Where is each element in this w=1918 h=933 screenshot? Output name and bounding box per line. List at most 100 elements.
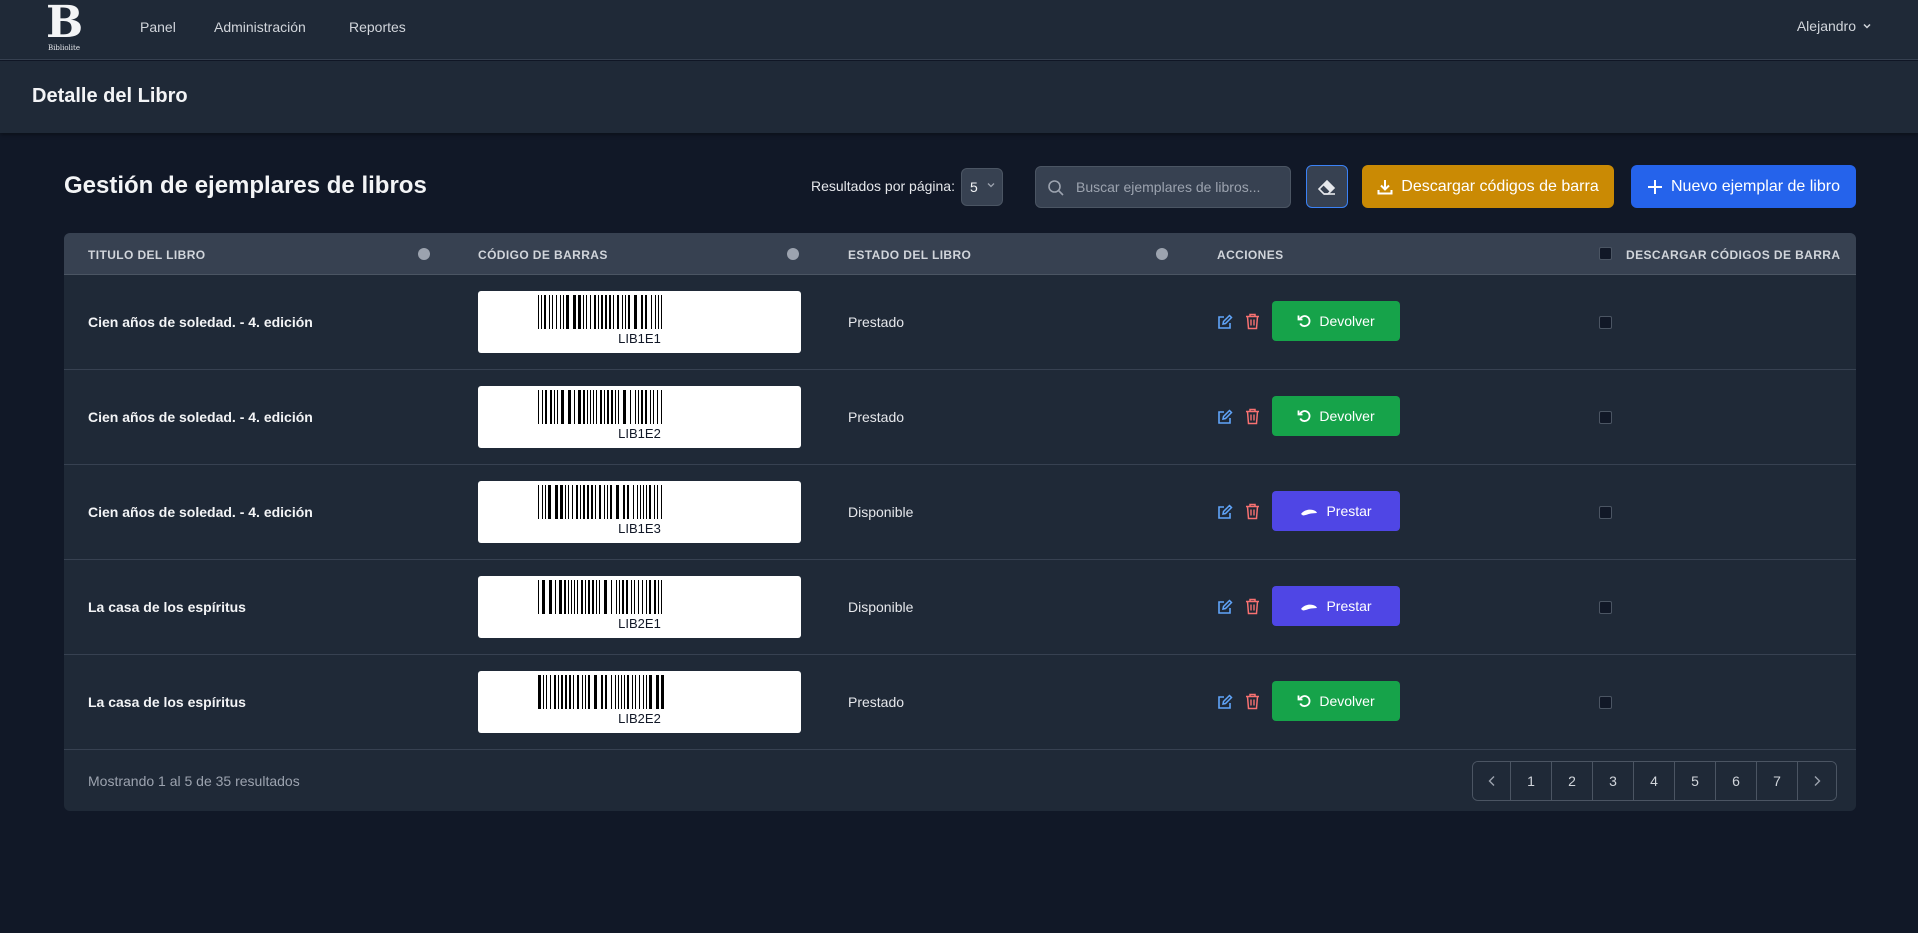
barcode: LIB2E2 <box>478 671 801 733</box>
edit-button[interactable] <box>1217 694 1233 715</box>
new-copy-button[interactable]: Nuevo ejemplar de libro <box>1631 165 1856 208</box>
table-row: La casa de los espíritus LIB2E2 Prestado De… <box>64 655 1856 750</box>
barcode-image <box>538 580 662 614</box>
return-button[interactable]: Devolver <box>1272 301 1400 341</box>
row-download-checkbox[interactable] <box>1599 696 1612 709</box>
header-actions: ACCIONES <box>1217 248 1284 262</box>
sort-barcode-icon[interactable] <box>787 248 799 260</box>
nav-link-panel[interactable]: Panel <box>140 19 176 35</box>
select-all-checkbox[interactable] <box>1599 247 1612 260</box>
clear-search-button[interactable] <box>1306 165 1348 208</box>
edit-icon <box>1218 694 1233 709</box>
table-row: Cien años de soledad. - 4. edición LIB1E1… <box>64 275 1856 370</box>
undo-icon <box>1297 695 1311 707</box>
return-button[interactable]: Devolver <box>1272 681 1400 721</box>
action-label: Prestar <box>1326 503 1372 519</box>
edit-icon <box>1218 314 1233 329</box>
search-input[interactable] <box>1076 167 1286 207</box>
book-title: La casa de los espíritus <box>88 599 246 615</box>
per-page-label: Resultados por página: <box>811 178 955 194</box>
pagination-page[interactable]: 3 <box>1593 762 1634 800</box>
pagination-page[interactable]: 1 <box>1511 762 1552 800</box>
return-button[interactable]: Devolver <box>1272 396 1400 436</box>
pagination-page[interactable]: 6 <box>1716 762 1757 800</box>
app-logo[interactable]: B Bibliolite <box>46 0 84 54</box>
delete-button[interactable] <box>1245 503 1260 525</box>
eraser-icon <box>1317 179 1336 195</box>
search-box <box>1035 166 1291 208</box>
edit-icon <box>1218 504 1233 519</box>
header-title: TITULO DEL LIBRO <box>88 248 206 262</box>
results-summary: Mostrando 1 al 5 de 35 resultados <box>88 773 300 789</box>
barcode-image <box>538 390 662 424</box>
delete-button[interactable] <box>1245 313 1260 335</box>
pagination: 1234567 <box>1472 761 1837 801</box>
delete-button[interactable] <box>1245 693 1260 715</box>
chevron-down-icon <box>987 183 995 188</box>
logo-text: Bibliolite <box>48 44 80 52</box>
barcode: LIB1E2 <box>478 386 801 448</box>
book-title: Cien años de soledad. - 4. edición <box>88 504 313 520</box>
book-status: Prestado <box>848 314 905 330</box>
pagination-page[interactable]: 5 <box>1675 762 1716 800</box>
user-menu[interactable]: Alejandro <box>1797 18 1872 34</box>
barcode-text: LIB1E2 <box>618 426 661 441</box>
barcode-text: LIB1E1 <box>618 331 661 346</box>
pagination-page[interactable]: 4 <box>1634 762 1675 800</box>
edit-icon <box>1218 409 1233 424</box>
row-download-checkbox[interactable] <box>1599 411 1612 424</box>
barcode-image <box>538 675 664 709</box>
chevron-left-icon <box>1488 776 1494 786</box>
barcode: LIB1E3 <box>478 481 801 543</box>
sort-title-icon[interactable] <box>418 248 430 260</box>
header-barcode: CÓDIGO DE BARRAS <box>478 248 608 262</box>
table-row: Cien años de soledad. - 4. edición LIB1E3… <box>64 465 1856 560</box>
action-label: Devolver <box>1319 693 1375 709</box>
table-row: Cien años de soledad. - 4. edición LIB1E2… <box>64 370 1856 465</box>
delete-button[interactable] <box>1245 408 1260 430</box>
edit-button[interactable] <box>1217 504 1233 525</box>
user-name: Alejandro <box>1796 18 1856 34</box>
action-label: Devolver <box>1319 313 1375 329</box>
per-page-select[interactable]: 5 <box>961 168 1003 206</box>
header-download: DESCARGAR CÓDIGOS DE BARRA <box>1626 248 1841 262</box>
pagination-prev[interactable] <box>1473 762 1511 800</box>
edit-button[interactable] <box>1217 409 1233 430</box>
page-title: Detalle del Libro <box>32 85 188 107</box>
pagination-page[interactable]: 2 <box>1552 762 1593 800</box>
lend-button[interactable]: Prestar <box>1272 586 1400 626</box>
chevron-right-icon <box>1814 776 1821 786</box>
copies-table: TITULO DEL LIBRO CÓDIGO DE BARRAS ESTADO… <box>64 233 1856 811</box>
action-label: Prestar <box>1326 598 1372 614</box>
download-barcodes-button[interactable]: Descargar códigos de barra <box>1362 165 1614 208</box>
book-status: Prestado <box>848 409 905 425</box>
table-row: La casa de los espíritus LIB2E1 Disponible… <box>64 560 1856 655</box>
lend-button[interactable]: Prestar <box>1272 491 1400 531</box>
trash-icon <box>1246 503 1259 520</box>
trash-icon <box>1246 598 1259 615</box>
barcode: LIB2E1 <box>478 576 801 638</box>
section-title: Gestión de ejemplares de libros <box>64 172 427 199</box>
barcode-image <box>538 295 662 329</box>
edit-icon <box>1218 599 1233 614</box>
logo-letter: B <box>46 0 84 48</box>
trash-icon <box>1246 408 1259 425</box>
book-status: Disponible <box>848 599 914 615</box>
book-title: Cien años de soledad. - 4. edición <box>88 314 313 330</box>
new-copy-label: Nuevo ejemplar de libro <box>1671 177 1840 195</box>
barcode-image <box>538 485 662 519</box>
row-download-checkbox[interactable] <box>1599 601 1612 614</box>
edit-button[interactable] <box>1217 314 1233 335</box>
sort-status-icon[interactable] <box>1156 248 1168 260</box>
row-download-checkbox[interactable] <box>1599 316 1612 329</box>
delete-button[interactable] <box>1245 598 1260 620</box>
edit-button[interactable] <box>1217 599 1233 620</box>
book-title: La casa de los espíritus <box>88 694 246 710</box>
undo-icon <box>1297 410 1311 422</box>
book-status: Prestado <box>848 694 905 710</box>
nav-link-administracion[interactable]: Administración <box>214 19 306 35</box>
nav-link-reportes[interactable]: Reportes <box>349 19 406 35</box>
row-download-checkbox[interactable] <box>1599 506 1612 519</box>
pagination-page[interactable]: 7 <box>1757 762 1798 800</box>
pagination-next[interactable] <box>1798 762 1836 800</box>
